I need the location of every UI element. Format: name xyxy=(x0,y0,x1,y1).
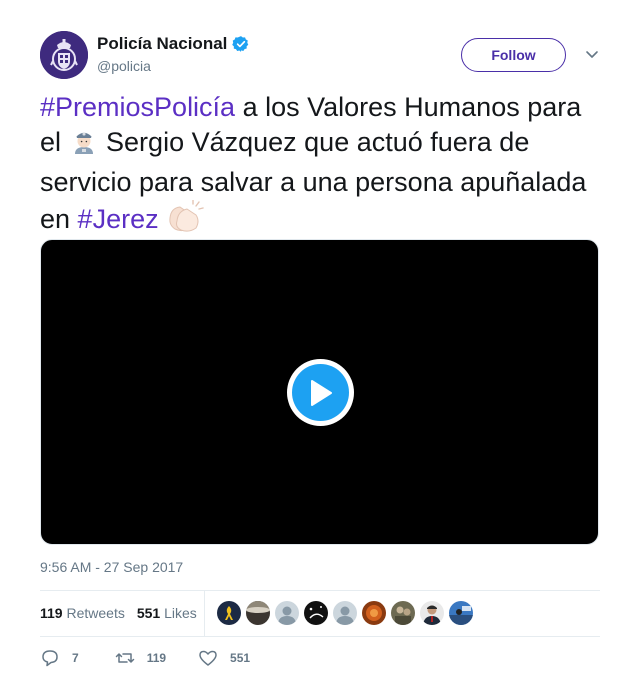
divider xyxy=(40,636,600,637)
liker-avatar[interactable] xyxy=(391,601,415,625)
stats-divider xyxy=(204,590,205,636)
liker-avatars xyxy=(217,601,473,625)
retweets-label: Retweets xyxy=(66,605,125,621)
liker-avatar[interactable] xyxy=(449,601,473,625)
retweet-button[interactable]: 119 xyxy=(115,648,166,668)
liker-avatar[interactable] xyxy=(420,601,444,625)
retweet-icon xyxy=(115,653,134,663)
liker-avatar[interactable] xyxy=(304,601,328,625)
liker-avatar[interactable] xyxy=(333,601,357,625)
liker-avatar[interactable] xyxy=(362,601,386,625)
like-button[interactable]: 551 xyxy=(198,648,250,668)
heart-icon xyxy=(199,650,217,666)
verified-badge-icon xyxy=(232,35,250,53)
reply-count: 7 xyxy=(72,651,79,665)
engagement-stats: 119 Retweets 551 Likes xyxy=(40,605,197,621)
tweet-text: #PremiosPolicía a los Valores Humanos pa… xyxy=(40,90,605,242)
liker-avatar[interactable] xyxy=(275,601,299,625)
hashtag-link[interactable]: #Jerez xyxy=(78,204,159,234)
more-options-chevron-down-icon[interactable] xyxy=(584,46,600,62)
reply-button[interactable]: 7 xyxy=(40,648,79,668)
play-icon[interactable] xyxy=(287,359,354,426)
author-name-row[interactable]: Policía Nacional xyxy=(97,33,250,55)
reply-icon xyxy=(42,650,58,667)
display-name[interactable]: Policía Nacional xyxy=(97,34,227,54)
liker-avatar[interactable] xyxy=(217,601,241,625)
divider xyxy=(40,590,600,591)
police-officer-emoji xyxy=(69,127,99,166)
retweets-count: 119 xyxy=(40,605,63,621)
likes-count: 551 xyxy=(136,605,161,621)
author-handle[interactable]: @policia xyxy=(97,58,151,74)
hashtag-link[interactable]: #PremiosPolicía xyxy=(40,92,235,122)
liker-avatar[interactable] xyxy=(246,601,270,625)
likes-stat[interactable]: 551 Likes xyxy=(137,605,197,621)
police-emblem-icon xyxy=(40,31,88,79)
clapping-hands-emoji xyxy=(166,198,204,243)
author-avatar[interactable] xyxy=(40,31,88,79)
retweet-count: 119 xyxy=(146,651,167,665)
tweet-timestamp[interactable]: 9:56 AM - 27 Sep 2017 xyxy=(40,559,183,575)
follow-button[interactable]: Follow xyxy=(461,38,566,72)
tweet-actions: 7 119 551 xyxy=(40,648,250,668)
like-count: 551 xyxy=(230,651,251,665)
likes-label: Likes xyxy=(164,605,197,621)
retweets-stat[interactable]: 119 Retweets xyxy=(40,605,125,621)
